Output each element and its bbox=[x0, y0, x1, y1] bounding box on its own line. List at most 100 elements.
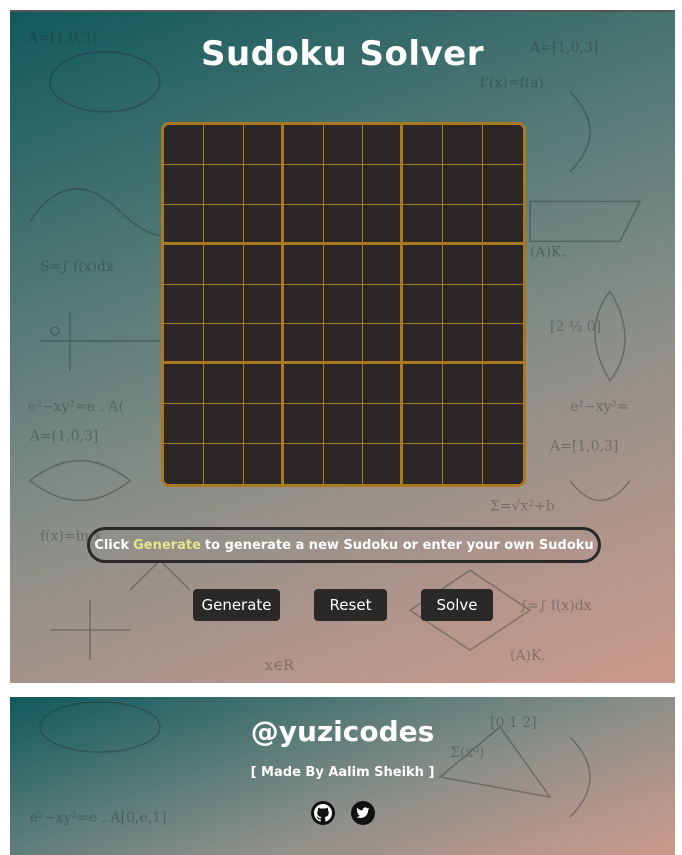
generate-button[interactable]: Generate bbox=[193, 589, 280, 621]
sudoku-cell[interactable] bbox=[164, 324, 204, 365]
sudoku-cell[interactable] bbox=[243, 244, 284, 285]
sudoku-cell[interactable] bbox=[203, 364, 244, 405]
sudoku-cell[interactable] bbox=[164, 284, 204, 325]
sudoku-cell[interactable] bbox=[443, 204, 484, 245]
sudoku-cell[interactable] bbox=[164, 125, 204, 165]
svg-text:[2 ½ 0]: [2 ½ 0] bbox=[550, 319, 601, 335]
sudoku-cell[interactable] bbox=[164, 164, 204, 205]
sudoku-cell[interactable] bbox=[203, 125, 244, 165]
sudoku-cell[interactable] bbox=[243, 364, 284, 405]
reset-button[interactable]: Reset bbox=[314, 589, 387, 621]
sudoku-cell[interactable] bbox=[403, 444, 444, 484]
sudoku-cell[interactable] bbox=[203, 204, 244, 245]
sudoku-board bbox=[161, 122, 526, 487]
sudoku-cell[interactable] bbox=[243, 284, 284, 325]
sudoku-cell[interactable] bbox=[323, 244, 364, 285]
solve-button[interactable]: Solve bbox=[421, 589, 493, 621]
sudoku-cell[interactable] bbox=[283, 364, 324, 405]
sudoku-cell[interactable] bbox=[483, 404, 523, 445]
sudoku-cell[interactable] bbox=[443, 244, 484, 285]
sudoku-cell[interactable] bbox=[243, 204, 284, 245]
sudoku-cell[interactable] bbox=[283, 444, 324, 484]
sudoku-cell[interactable] bbox=[164, 364, 204, 405]
sudoku-cell[interactable] bbox=[483, 125, 523, 165]
twitter-icon bbox=[356, 807, 370, 818]
sudoku-cell[interactable] bbox=[363, 204, 404, 245]
sudoku-cell[interactable] bbox=[443, 284, 484, 325]
sudoku-cell[interactable] bbox=[403, 284, 444, 325]
author-handle: @yuzicodes bbox=[250, 715, 435, 748]
sudoku-cell[interactable] bbox=[243, 324, 284, 365]
instruction-banner: Click Generate to generate a new Sudoku … bbox=[87, 527, 601, 563]
sudoku-cell[interactable] bbox=[164, 244, 204, 285]
github-link[interactable] bbox=[311, 801, 335, 825]
sudoku-cell[interactable] bbox=[363, 125, 404, 165]
sudoku-cell[interactable] bbox=[203, 324, 244, 365]
sudoku-cell[interactable] bbox=[443, 125, 484, 165]
sudoku-cell[interactable] bbox=[403, 324, 444, 365]
sudoku-cell[interactable] bbox=[483, 164, 523, 205]
sudoku-cell[interactable] bbox=[164, 404, 204, 445]
sudoku-cell[interactable] bbox=[283, 244, 324, 285]
sudoku-cell[interactable] bbox=[363, 164, 404, 205]
sudoku-cell[interactable] bbox=[323, 204, 364, 245]
sudoku-cell[interactable] bbox=[203, 164, 244, 205]
sudoku-cell[interactable] bbox=[483, 364, 523, 405]
sudoku-cell[interactable] bbox=[323, 125, 364, 165]
sudoku-cell[interactable] bbox=[283, 125, 324, 165]
sudoku-cell[interactable] bbox=[363, 284, 404, 325]
author-credit: [ Made By Aalim Sheikh ] bbox=[250, 765, 435, 780]
svg-text:e²−xy²=e . A(: e²−xy²=e . A( bbox=[28, 399, 124, 415]
sudoku-cell[interactable] bbox=[443, 444, 484, 484]
sudoku-cell[interactable] bbox=[323, 324, 364, 365]
sudoku-cell[interactable] bbox=[164, 204, 204, 245]
sudoku-cell[interactable] bbox=[283, 324, 324, 365]
sudoku-cell[interactable] bbox=[443, 404, 484, 445]
sudoku-cell[interactable] bbox=[243, 444, 284, 484]
sudoku-cell[interactable] bbox=[483, 244, 523, 285]
sudoku-cell[interactable] bbox=[403, 364, 444, 405]
sudoku-cell[interactable] bbox=[323, 404, 364, 445]
sudoku-cell[interactable] bbox=[403, 404, 444, 445]
sudoku-cell[interactable] bbox=[483, 284, 523, 325]
sudoku-cell[interactable] bbox=[283, 204, 324, 245]
sudoku-cell[interactable] bbox=[323, 444, 364, 484]
svg-text:S=∫ f(x)dx: S=∫ f(x)dx bbox=[40, 259, 114, 275]
sudoku-cell[interactable] bbox=[443, 324, 484, 365]
sudoku-cell[interactable] bbox=[243, 404, 284, 445]
sudoku-cell[interactable] bbox=[403, 125, 444, 165]
sudoku-cell[interactable] bbox=[243, 164, 284, 205]
svg-text:x∈R: x∈R bbox=[265, 658, 294, 674]
sudoku-cell[interactable] bbox=[363, 364, 404, 405]
sudoku-cell[interactable] bbox=[483, 444, 523, 484]
sudoku-cell[interactable] bbox=[323, 284, 364, 325]
sudoku-cell[interactable] bbox=[443, 164, 484, 205]
sudoku-cell[interactable] bbox=[203, 284, 244, 325]
sudoku-cell[interactable] bbox=[403, 164, 444, 205]
sudoku-cell[interactable] bbox=[363, 444, 404, 484]
sudoku-cell[interactable] bbox=[283, 284, 324, 325]
sudoku-cell[interactable] bbox=[483, 204, 523, 245]
sudoku-cell[interactable] bbox=[403, 244, 444, 285]
svg-text:Σ=√x²+b: Σ=√x²+b bbox=[490, 499, 555, 515]
sudoku-cell[interactable] bbox=[443, 364, 484, 405]
sudoku-cell[interactable] bbox=[164, 444, 204, 484]
sudoku-cell[interactable] bbox=[203, 444, 244, 484]
sudoku-cell[interactable] bbox=[363, 404, 404, 445]
sudoku-cell[interactable] bbox=[283, 164, 324, 205]
instruction-prefix: Click bbox=[94, 537, 130, 553]
sudoku-cell[interactable] bbox=[243, 125, 284, 165]
svg-text:A=[1,0,3]: A=[1,0,3] bbox=[29, 429, 98, 445]
sudoku-cell[interactable] bbox=[363, 244, 404, 285]
svg-text:(A)K.: (A)K. bbox=[530, 244, 566, 260]
sudoku-cell[interactable] bbox=[483, 324, 523, 365]
twitter-link[interactable] bbox=[351, 801, 375, 825]
sudoku-cell[interactable] bbox=[203, 404, 244, 445]
sudoku-cell[interactable] bbox=[323, 164, 364, 205]
sudoku-cell[interactable] bbox=[323, 364, 364, 405]
sudoku-cell[interactable] bbox=[363, 324, 404, 365]
page: A=[1,0,3] A=[1,0,3] f'(x)=f(a) S=∫ f(x)d… bbox=[0, 0, 682, 855]
sudoku-cell[interactable] bbox=[403, 204, 444, 245]
sudoku-cell[interactable] bbox=[283, 404, 324, 445]
sudoku-cell[interactable] bbox=[203, 244, 244, 285]
